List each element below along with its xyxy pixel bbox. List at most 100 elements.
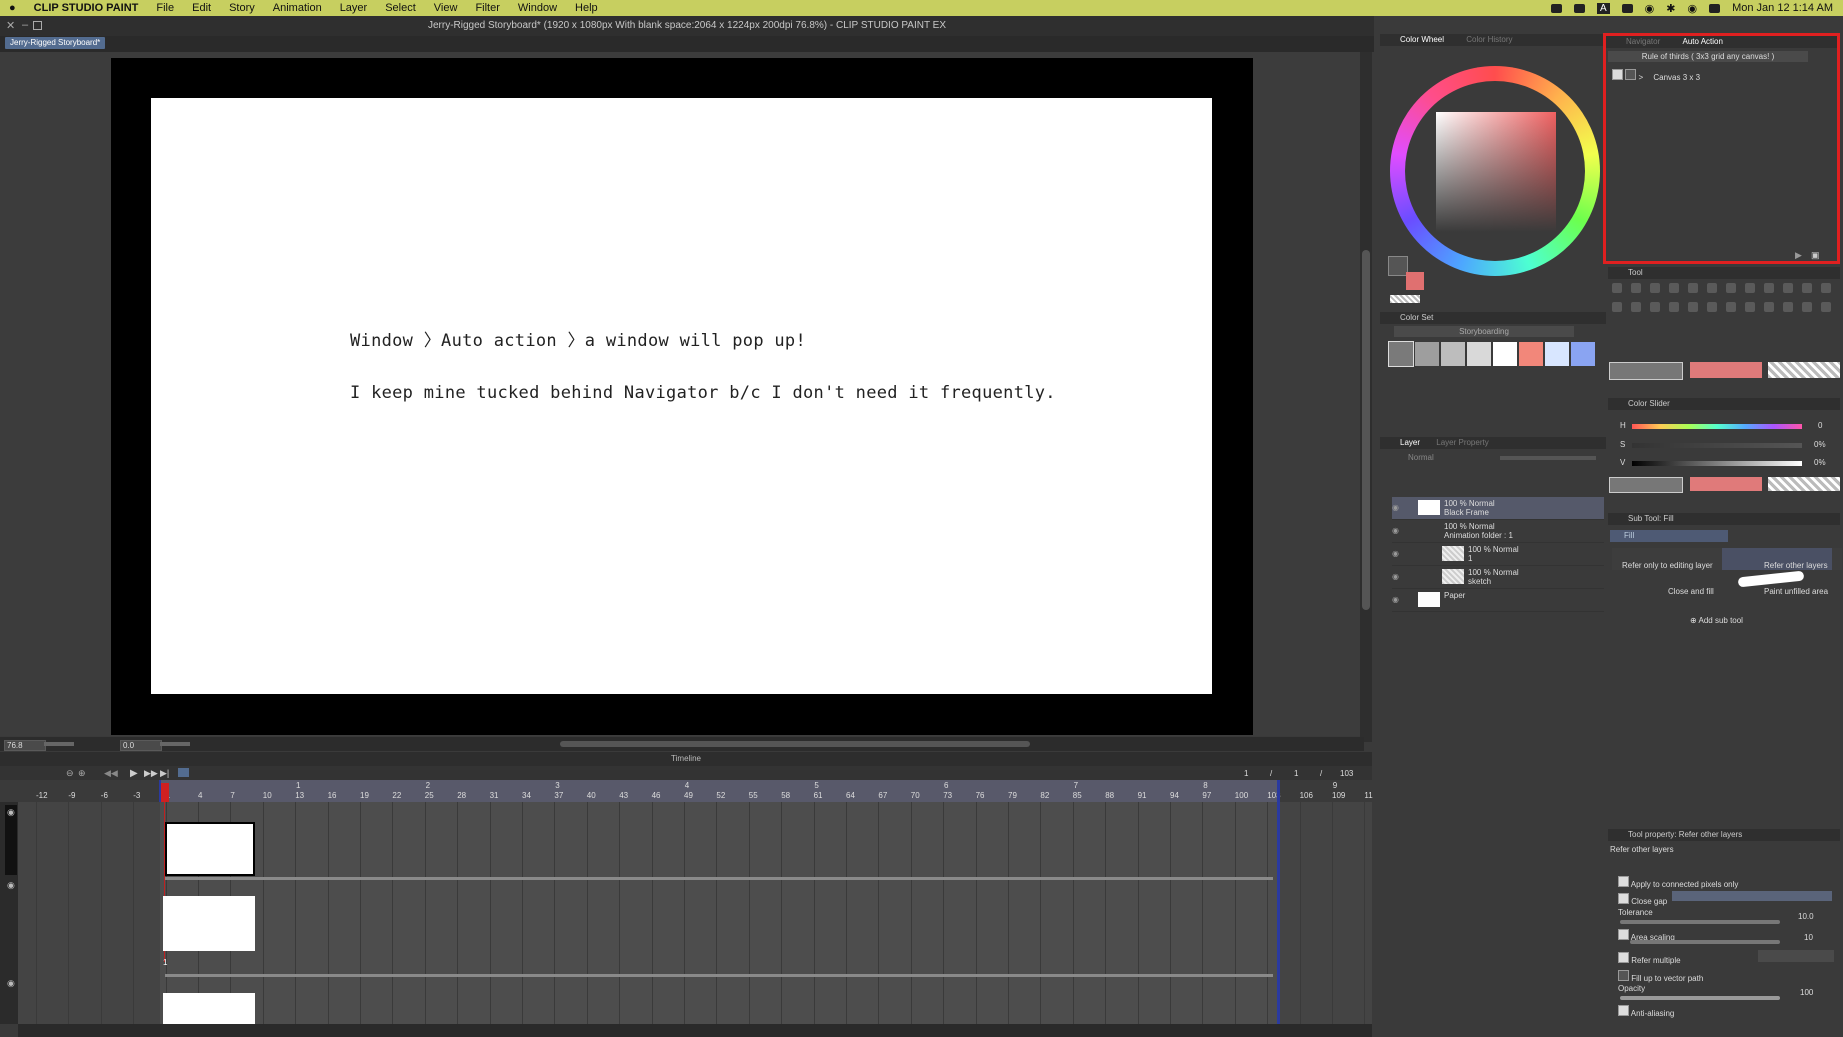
play-button[interactable]: ▶ [130, 768, 138, 779]
color-swatch[interactable] [1519, 342, 1543, 366]
zoom-icon[interactable] [1802, 283, 1812, 293]
add-sub-tool-button[interactable]: ⊕ Add sub tool [1690, 616, 1743, 625]
screen-icon[interactable] [1621, 3, 1633, 13]
select-icon[interactable] [1821, 283, 1831, 293]
color-swatch[interactable] [1467, 342, 1491, 366]
menu-help[interactable]: Help [566, 2, 607, 14]
operation-icon[interactable] [1650, 302, 1660, 312]
tab-layer[interactable]: Layer [1400, 438, 1420, 447]
zoom-field[interactable]: 76.8 [4, 740, 46, 751]
zoom-slider[interactable] [44, 742, 74, 746]
eyedropper-icon[interactable] [1612, 302, 1622, 312]
menu-icon[interactable] [1650, 283, 1660, 293]
opacity-slider[interactable] [1500, 456, 1596, 460]
figure-icon[interactable] [1707, 302, 1717, 312]
zoom-in-timeline-icon[interactable]: ⊕ [78, 768, 86, 779]
keyframe-cell[interactable] [165, 822, 255, 876]
playhead-marker[interactable] [160, 783, 169, 802]
brush-icon[interactable] [1688, 283, 1698, 293]
saturation-value-square[interactable] [1436, 112, 1556, 232]
blend-mode[interactable]: Normal [1408, 453, 1434, 462]
opacity-value[interactable]: 100 [1800, 988, 1813, 997]
pen-icon[interactable] [1707, 283, 1717, 293]
tolerance-slider[interactable] [1620, 920, 1780, 924]
color-swatch[interactable] [1545, 342, 1569, 366]
menu-animation[interactable]: Animation [264, 2, 331, 14]
correction-icon[interactable] [1745, 302, 1755, 312]
minimize-icon[interactable]: – [22, 19, 28, 31]
transparent-color-chip[interactable] [1390, 295, 1420, 303]
last-frame-icon[interactable]: ▶| [160, 768, 169, 779]
auto-action-row[interactable]: > Canvas 3 x 3 [1612, 69, 1700, 82]
layer-visibility-icon[interactable]: ◉ [1392, 572, 1399, 581]
anti-aliasing-checkbox[interactable] [1618, 1005, 1629, 1016]
text-icon[interactable] [1726, 302, 1736, 312]
frame-icon[interactable] [1688, 302, 1698, 312]
tab-color-wheel[interactable]: Color Wheel [1400, 35, 1444, 44]
horizontal-scroll-thumb[interactable] [560, 741, 1030, 747]
sub-color-chip[interactable] [1406, 272, 1424, 290]
zoom-out-timeline-icon[interactable]: ⊖ [66, 768, 74, 779]
main-color-bar[interactable] [1609, 362, 1683, 380]
fill-icon[interactable] [1783, 283, 1793, 293]
loop-icon[interactable] [178, 768, 189, 777]
line-icon[interactable] [1802, 302, 1812, 312]
palette-icon[interactable] [1612, 283, 1622, 293]
layer-row[interactable]: ◉ 100 % Normal Animation folder : 1 [1392, 520, 1604, 543]
menu-window[interactable]: Window [509, 2, 566, 14]
bluetooth-icon[interactable]: ✱ [1666, 2, 1675, 15]
maximize-icon[interactable] [33, 21, 42, 30]
layer-visibility-icon[interactable]: ◉ [1392, 595, 1399, 604]
keyframe-cell[interactable] [163, 896, 255, 951]
color-swatch[interactable] [1441, 342, 1465, 366]
sub-tool-close-and-fill[interactable]: Close and fill [1668, 587, 1714, 596]
apply-connected-checkbox[interactable] [1618, 876, 1629, 887]
layer-row[interactable]: ◉ 100 % Normal sketch [1392, 566, 1604, 589]
menu-view[interactable]: View [425, 2, 467, 14]
move-icon[interactable] [1631, 302, 1641, 312]
menu-select[interactable]: Select [376, 2, 425, 14]
menu-edit[interactable]: Edit [183, 2, 220, 14]
headphones-icon[interactable]: ◉ [1645, 2, 1655, 15]
main-color-chip[interactable] [1388, 256, 1408, 276]
record-action-icon[interactable]: ▣ [1811, 250, 1820, 261]
close-gap-selector[interactable] [1672, 891, 1832, 901]
end-marker[interactable] [1277, 780, 1280, 1024]
tab-auto-action[interactable]: Auto Action [1682, 37, 1722, 46]
fill-vector-checkbox[interactable] [1618, 970, 1629, 981]
color-swatch[interactable] [1571, 342, 1595, 366]
eye-icon[interactable]: ◉ [7, 978, 15, 989]
sub-tool-refer-other-layers[interactable]: Refer other layers [1764, 561, 1828, 570]
wifi-icon[interactable]: ◉ [1687, 2, 1697, 15]
transparent-color-bar[interactable] [1768, 362, 1840, 378]
dropbox-icon[interactable] [1550, 3, 1562, 13]
action-dialog-checkbox[interactable] [1625, 69, 1637, 80]
close-icon[interactable]: ✕ [6, 19, 15, 32]
menu-file[interactable]: File [147, 2, 183, 14]
rotation-field[interactable]: 0.0 [120, 740, 162, 751]
auto-action-set-dropdown[interactable]: Rule of thirds ( 3x3 grid any canvas! ) [1608, 51, 1808, 62]
layer-visibility-icon[interactable]: ◉ [1392, 549, 1399, 558]
menu-layer[interactable]: Layer [331, 2, 377, 14]
area-scaling-slider[interactable] [1630, 940, 1780, 944]
sub-tool-paint-unfilled[interactable]: Paint unfilled area [1764, 587, 1828, 596]
refer-multiple-options[interactable] [1758, 950, 1834, 962]
close-gap-checkbox[interactable] [1618, 893, 1629, 904]
eye-icon[interactable]: ◉ [7, 807, 15, 818]
action-enable-checkbox[interactable] [1612, 69, 1623, 80]
anti-aliasing-row[interactable]: Anti-aliasing [1618, 1005, 1674, 1018]
input-source-icon[interactable]: A [1596, 2, 1610, 14]
transparent-color-bar-2[interactable] [1768, 477, 1840, 491]
layer-row[interactable]: ◉ 100 % Normal 1 [1392, 543, 1604, 566]
keyframe-cell[interactable] [163, 993, 255, 1024]
settings-icon[interactable] [1821, 302, 1831, 312]
value-slider[interactable] [1632, 461, 1802, 466]
grid-icon[interactable] [1573, 3, 1585, 13]
document-tab[interactable]: Jerry-Rigged Storyboard* [5, 37, 106, 49]
ruler-icon[interactable] [1669, 302, 1679, 312]
fill-bucket-icon[interactable] [1631, 283, 1641, 293]
apple-icon[interactable]: ● [0, 2, 25, 14]
timeline-horizontal-scrollbar[interactable] [18, 1024, 1372, 1037]
clock[interactable]: Mon Jan 12 1:14 AM [1732, 2, 1833, 14]
tab-color-history[interactable]: Color History [1466, 35, 1512, 44]
